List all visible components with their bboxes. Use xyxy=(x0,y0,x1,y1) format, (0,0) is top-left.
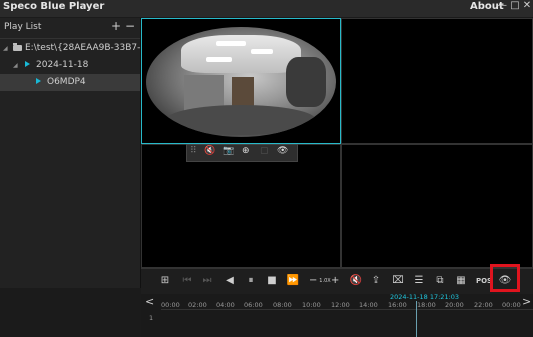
grid-icon[interactable]: ▦ xyxy=(454,273,468,289)
tree-item-label: O6MDP4 xyxy=(47,77,86,87)
video-cell-4[interactable] xyxy=(341,144,533,268)
tree-item-label: 2024-11-18 xyxy=(36,60,89,70)
tree-item-label: E:\test\{28AEAA9B-33B7-... xyxy=(25,43,149,53)
tree-item-date[interactable]: ◢ 2024-11-18 xyxy=(0,57,140,74)
step-back-icon[interactable]: ◀ xyxy=(224,273,236,289)
video-grid xyxy=(141,18,533,268)
tick-label: 02:00 xyxy=(188,301,207,309)
timeline-right-arrow[interactable]: > xyxy=(522,295,531,308)
tree-item-folder[interactable]: ◢ E:\test\{28AEAA9B-33B7-... xyxy=(0,40,149,57)
timeline-left-arrow[interactable]: < xyxy=(145,295,154,308)
timeline-track xyxy=(161,309,533,310)
highlight-box xyxy=(490,264,520,292)
tick-label: 08:00 xyxy=(273,301,292,309)
fast-forward-icon[interactable]: ⏩ xyxy=(286,273,300,289)
play-icon xyxy=(36,78,41,84)
list-icon[interactable]: ☰ xyxy=(412,273,426,289)
tick-label: 00:00 xyxy=(502,301,521,309)
prev-frame-icon[interactable]: ⏮ xyxy=(181,273,193,289)
tick-label: 04:00 xyxy=(216,301,235,309)
tree-item-file[interactable]: O6MDP4 xyxy=(0,74,140,91)
clip-icon[interactable]: ⌧ xyxy=(391,273,405,289)
playback-controls: ⊞ ⏮ ⏭ ◀ ⏸ ■ ⏩ − 1.0X + 🔇 ⇪ ⌧ ☰ ⧉ ▦ POS 👁 xyxy=(141,268,533,295)
stop-icon[interactable]: ■ xyxy=(266,273,278,289)
collapse-caret-icon[interactable]: ◢ xyxy=(13,62,18,69)
mute-icon[interactable]: 🔇 xyxy=(349,273,363,289)
next-frame-icon[interactable]: ⏭ xyxy=(201,273,213,289)
timeline[interactable]: < 2024-11-18 17:21:03 00:00 02:00 04:00 … xyxy=(141,293,533,337)
tick-label: 06:00 xyxy=(244,301,263,309)
layout-icon[interactable]: ⊞ xyxy=(158,273,172,289)
export-icon[interactable]: ⇪ xyxy=(369,273,383,289)
region-icon[interactable]: ▢ xyxy=(260,146,269,156)
snapshot-icon[interactable]: 📷 xyxy=(223,146,234,156)
timeline-current-time: 2024-11-18 17:21:03 xyxy=(390,293,460,301)
minimize-icon[interactable]: — xyxy=(496,0,508,11)
zoom-icon[interactable]: ⊕ xyxy=(242,146,250,156)
cell-toolbar: ⠿ 🔇 📷 ⊕ ▢ 👁 xyxy=(186,144,298,162)
tick-label: 18:00 xyxy=(417,301,436,309)
maximize-icon[interactable]: □ xyxy=(509,0,521,11)
mute-icon[interactable]: 🔇 xyxy=(204,146,215,156)
drag-handle-icon[interactable]: ⠿ xyxy=(190,146,197,156)
timeline-cursor[interactable] xyxy=(416,301,417,337)
title-bar: Speco Blue Player About — □ ✕ xyxy=(0,0,533,17)
fisheye-video-frame xyxy=(146,27,336,137)
pause-icon[interactable]: ⏸ xyxy=(245,273,257,289)
tick-label: 22:00 xyxy=(474,301,493,309)
speed-plus-button[interactable]: + xyxy=(331,273,339,289)
video-cell-3[interactable] xyxy=(141,144,341,268)
tick-label: 14:00 xyxy=(359,301,378,309)
channel-label: 1 xyxy=(149,314,154,322)
video-cell-2[interactable] xyxy=(341,18,533,144)
folder-icon xyxy=(13,43,22,51)
playlist-header: Play List + − xyxy=(0,18,140,39)
playlist-panel: Play List + − ◢ E:\test\{28AEAA9B-33B7-.… xyxy=(0,18,149,288)
eye-icon[interactable]: 👁 xyxy=(277,146,288,156)
video-cell-1[interactable] xyxy=(141,18,341,144)
tick-label: 10:00 xyxy=(302,301,321,309)
speed-minus-button[interactable]: − xyxy=(309,273,317,289)
playlist-title: Play List xyxy=(4,22,42,32)
tick-label: 12:00 xyxy=(331,301,350,309)
close-icon[interactable]: ✕ xyxy=(521,0,533,11)
tick-label: 20:00 xyxy=(445,301,464,309)
add-icon[interactable]: + xyxy=(111,19,121,33)
collapse-caret-icon[interactable]: ◢ xyxy=(3,45,8,52)
play-icon xyxy=(25,61,30,67)
tick-label: 00:00 xyxy=(161,301,180,309)
remove-icon[interactable]: − xyxy=(125,19,135,33)
tick-label: 16:00 xyxy=(388,301,407,309)
copy-icon[interactable]: ⧉ xyxy=(433,273,447,289)
app-title: Speco Blue Player xyxy=(3,1,105,12)
